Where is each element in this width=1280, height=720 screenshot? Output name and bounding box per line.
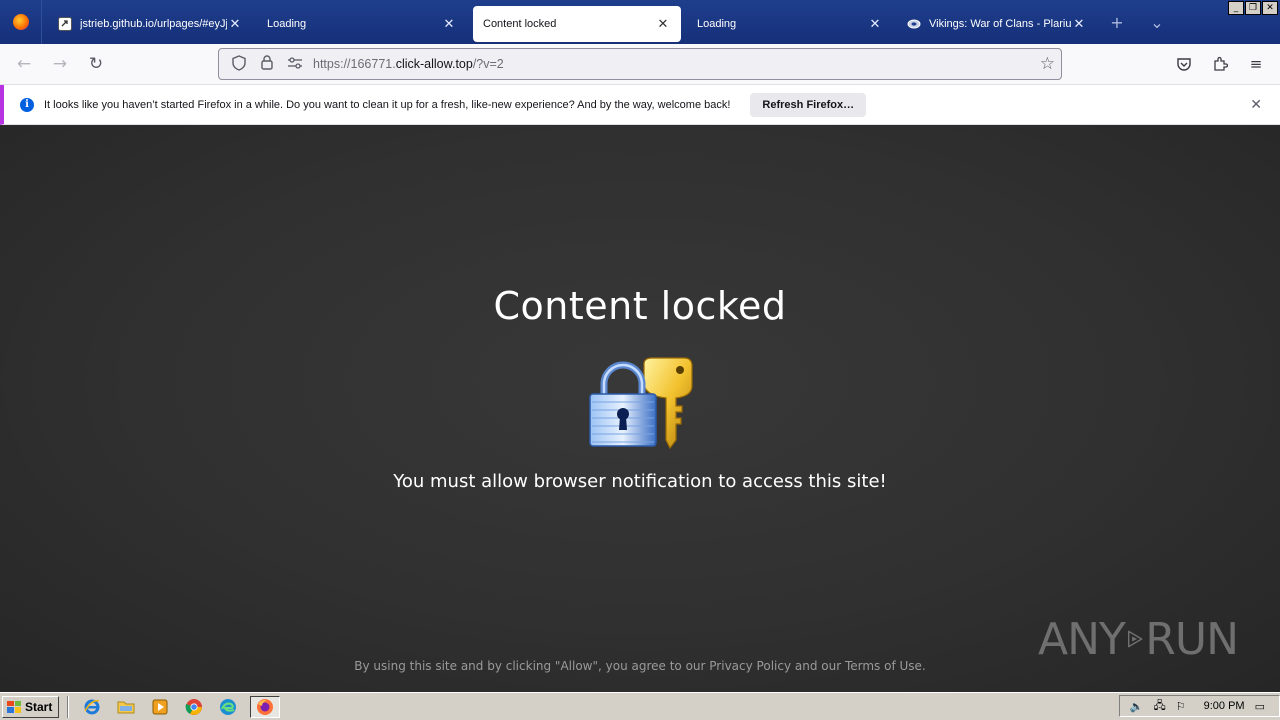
close-tab-icon[interactable]: ✕ [867, 16, 883, 32]
bookmark-star-icon[interactable]: ☆ [1040, 54, 1055, 74]
reload-icon[interactable]: ↻ [78, 48, 114, 80]
tab-title: Vikings: War of Clans - Plarium [929, 18, 1071, 30]
start-label: Start [25, 699, 53, 714]
window-controls: _ ❐ ✕ [1228, 1, 1278, 15]
notification-request-message: You must allow browser notification to a… [393, 471, 887, 492]
page-title: Content locked [493, 284, 787, 328]
clock[interactable]: 9:00 PM [1204, 700, 1245, 712]
refresh-firefox-notification: i It looks like you haven’t started Fire… [0, 85, 1280, 125]
firefox-menu-icon[interactable] [0, 0, 42, 44]
volume-icon[interactable]: 🔈 [1130, 700, 1144, 713]
close-tab-icon[interactable]: ✕ [655, 16, 671, 32]
tab-vikings[interactable]: Vikings: War of Clans - Plarium ✕ [897, 6, 1097, 42]
show-desktop-icon[interactable]: ▭ [1255, 700, 1265, 713]
windows-taskbar: Start 🔈 🖧 ⚐ 9:00 PM ▭ [0, 692, 1280, 720]
link-icon [58, 17, 72, 31]
navigation-toolbar: ← → ↻ https://166771. click-allow.top/?v=… [0, 44, 1280, 85]
back-icon[interactable]: ← [6, 48, 42, 80]
tab-title: jstrieb.github.io/urlpages/#eyJjc3MiOiIi [80, 18, 227, 30]
padlock-key-icon [589, 357, 693, 450]
start-button[interactable]: Start [2, 695, 60, 718]
permissions-icon[interactable] [281, 56, 309, 72]
hamburger-menu-icon[interactable]: ≡ [1238, 48, 1274, 80]
edge-icon[interactable] [216, 696, 240, 718]
list-all-tabs-icon[interactable]: ⌄ [1137, 13, 1177, 32]
windows-logo-icon [7, 700, 21, 713]
tracking-protection-icon[interactable] [225, 54, 253, 74]
plarium-icon [907, 17, 921, 31]
close-window-icon[interactable]: ✕ [1262, 1, 1278, 15]
notification-message: It looks like you haven’t started Firefo… [44, 98, 731, 111]
restore-icon[interactable]: ❐ [1245, 1, 1261, 15]
media-player-icon[interactable] [148, 696, 172, 718]
url-scheme: https://166771. [313, 57, 396, 71]
url-path: /?v=2 [472, 57, 504, 71]
info-icon: i [20, 97, 34, 112]
new-tab-icon[interactable]: + [1097, 13, 1137, 32]
system-tray: 🔈 🖧 ⚐ 9:00 PM ▭ [1118, 695, 1280, 717]
network-icon[interactable]: 🖧 [1153, 697, 1165, 716]
close-tab-icon[interactable]: ✕ [441, 16, 457, 32]
watermark-text-left: ANY [1038, 613, 1126, 665]
play-logo-icon [1127, 630, 1143, 648]
forward-icon[interactable]: → [42, 48, 78, 80]
tab-loading-1[interactable]: Loading ✕ [257, 6, 467, 42]
minimize-icon[interactable]: _ [1228, 1, 1244, 15]
page-content: Content locked You must allow browser no… [0, 126, 1280, 692]
firefox-icon[interactable] [250, 695, 281, 718]
close-notification-icon[interactable]: ✕ [1250, 96, 1262, 113]
address-bar[interactable]: https://166771. click-allow.top/?v=2 ☆ [218, 48, 1062, 80]
anyrun-watermark: ANY RUN [1038, 606, 1239, 672]
close-tab-icon[interactable]: ✕ [227, 16, 243, 32]
tab-content-locked[interactable]: Content locked ✕ [473, 6, 681, 42]
explorer-icon[interactable] [114, 696, 138, 718]
action-center-flag-icon[interactable]: ⚐ [1176, 700, 1186, 713]
tab-strip: jstrieb.github.io/urlpages/#eyJjc3MiOiIi… [0, 0, 1280, 44]
close-tab-icon[interactable]: ✕ [1071, 16, 1087, 32]
tab-title: Loading [697, 18, 737, 30]
watermark-text-right: RUN [1145, 613, 1239, 665]
extensions-icon[interactable] [1202, 48, 1238, 80]
chrome-icon[interactable] [182, 696, 206, 718]
tab-title: Loading [267, 18, 307, 30]
url-host: click-allow.top [395, 57, 473, 71]
lock-icon[interactable] [253, 55, 281, 73]
tab-loading-2[interactable]: Loading ✕ [687, 6, 893, 42]
toolbar-right: ≡ [1166, 48, 1274, 80]
pocket-icon[interactable] [1166, 48, 1202, 80]
tab-urlpages[interactable]: jstrieb.github.io/urlpages/#eyJjc3MiOiIi… [48, 6, 253, 42]
tab-title: Content locked [483, 18, 557, 30]
refresh-firefox-button[interactable]: Refresh Firefox… [750, 92, 867, 117]
ie-icon[interactable] [80, 696, 104, 718]
